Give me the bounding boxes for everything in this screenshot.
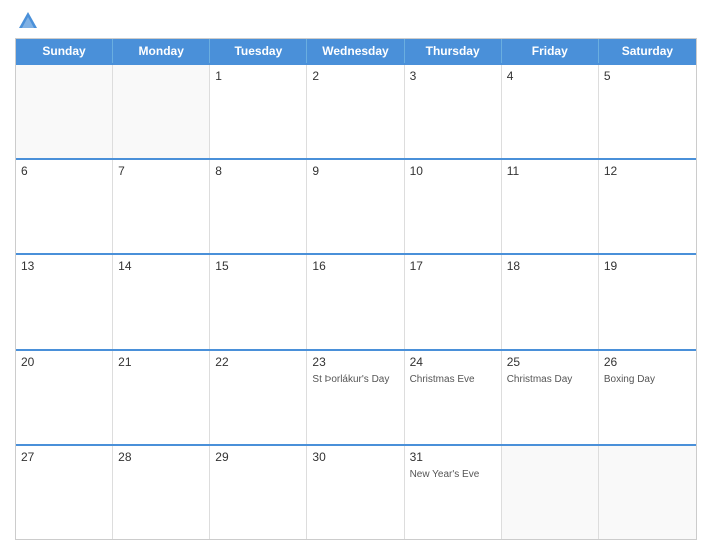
cal-cell-w4d2: 21: [113, 351, 210, 444]
day-number: 3: [410, 69, 496, 83]
header-day-saturday: Saturday: [599, 39, 696, 63]
cal-cell-w2d4: 9: [307, 160, 404, 253]
day-number: 14: [118, 259, 204, 273]
cal-cell-w2d6: 11: [502, 160, 599, 253]
cal-cell-w2d7: 12: [599, 160, 696, 253]
day-number: 8: [215, 164, 301, 178]
cal-cell-w1d4: 2: [307, 65, 404, 158]
day-number: 11: [507, 164, 593, 178]
day-number: 25: [507, 355, 593, 369]
cal-cell-w1d1: [16, 65, 113, 158]
cal-cell-w1d5: 3: [405, 65, 502, 158]
header-day-thursday: Thursday: [405, 39, 502, 63]
day-number: 5: [604, 69, 691, 83]
day-number: 4: [507, 69, 593, 83]
day-number: 7: [118, 164, 204, 178]
header-day-sunday: Sunday: [16, 39, 113, 63]
cal-cell-w5d5: 31 New Year's Eve: [405, 446, 502, 539]
holiday-label: New Year's Eve: [410, 468, 496, 481]
cal-cell-w5d4: 30: [307, 446, 404, 539]
day-number: 23: [312, 355, 398, 369]
cal-cell-w1d2: [113, 65, 210, 158]
cal-cell-w1d6: 4: [502, 65, 599, 158]
cal-cell-w5d6: [502, 446, 599, 539]
cal-cell-w2d5: 10: [405, 160, 502, 253]
week-row-4: 20 21 22 23 St Þorlákur's Day 24 Christmas Eve…: [16, 349, 696, 444]
cal-cell-w3d3: 15: [210, 255, 307, 348]
cal-cell-w4d4: 23 St Þorlákur's Day: [307, 351, 404, 444]
day-number: 20: [21, 355, 107, 369]
day-number: 28: [118, 450, 204, 464]
week-row-5: 27 28 29 30 31 New Year's Eve: [16, 444, 696, 539]
cal-cell-w4d3: 22: [210, 351, 307, 444]
header-day-wednesday: Wednesday: [307, 39, 404, 63]
cal-cell-w3d2: 14: [113, 255, 210, 348]
cal-cell-w2d1: 6: [16, 160, 113, 253]
calendar-grid: SundayMondayTuesdayWednesdayThursdayFrid…: [15, 38, 697, 540]
day-number: 26: [604, 355, 691, 369]
cal-cell-w2d3: 8: [210, 160, 307, 253]
cal-cell-w5d1: 27: [16, 446, 113, 539]
cal-cell-w4d7: 26 Boxing Day: [599, 351, 696, 444]
day-number: 21: [118, 355, 204, 369]
cal-cell-w3d4: 16: [307, 255, 404, 348]
cal-cell-w3d6: 18: [502, 255, 599, 348]
day-number: 10: [410, 164, 496, 178]
day-number: 24: [410, 355, 496, 369]
day-number: 30: [312, 450, 398, 464]
cal-cell-w2d2: 7: [113, 160, 210, 253]
cal-cell-w1d3: 1: [210, 65, 307, 158]
day-number: 13: [21, 259, 107, 273]
holiday-label: Christmas Eve: [410, 373, 496, 386]
week-row-2: 6789 10 11 12: [16, 158, 696, 253]
holiday-label: Christmas Day: [507, 373, 593, 386]
day-number: 6: [21, 164, 107, 178]
cal-cell-w5d2: 28: [113, 446, 210, 539]
header-day-monday: Monday: [113, 39, 210, 63]
cal-cell-w4d6: 25 Christmas Day: [502, 351, 599, 444]
day-number: 12: [604, 164, 691, 178]
day-number: 9: [312, 164, 398, 178]
day-number: 22: [215, 355, 301, 369]
day-number: 1: [215, 69, 301, 83]
day-number: 19: [604, 259, 691, 273]
cal-cell-w3d7: 19: [599, 255, 696, 348]
day-number: 31: [410, 450, 496, 464]
header-day-friday: Friday: [502, 39, 599, 63]
week-row-3: 13 14 15 16 17 18 19: [16, 253, 696, 348]
calendar-body: 1234567891011121314151617181920212223St …: [16, 63, 696, 539]
day-number: 17: [410, 259, 496, 273]
week-row-1: 12345: [16, 63, 696, 158]
day-number: 15: [215, 259, 301, 273]
day-number: 29: [215, 450, 301, 464]
header-day-tuesday: Tuesday: [210, 39, 307, 63]
holiday-label: St Þorlákur's Day: [312, 373, 398, 386]
cal-cell-w5d7: [599, 446, 696, 539]
calendar-header-row: SundayMondayTuesdayWednesdayThursdayFrid…: [16, 39, 696, 63]
day-number: 18: [507, 259, 593, 273]
day-number: 16: [312, 259, 398, 273]
cal-cell-w3d5: 17: [405, 255, 502, 348]
header: [15, 10, 697, 32]
calendar-page: SundayMondayTuesdayWednesdayThursdayFrid…: [0, 0, 712, 550]
cal-cell-w5d3: 29: [210, 446, 307, 539]
holiday-label: Boxing Day: [604, 373, 691, 386]
day-number: 27: [21, 450, 107, 464]
logo: [15, 10, 39, 32]
day-number: 2: [312, 69, 398, 83]
logo-icon: [17, 10, 39, 32]
cal-cell-w3d1: 13: [16, 255, 113, 348]
cal-cell-w4d1: 20: [16, 351, 113, 444]
cal-cell-w1d7: 5: [599, 65, 696, 158]
cal-cell-w4d5: 24 Christmas Eve: [405, 351, 502, 444]
